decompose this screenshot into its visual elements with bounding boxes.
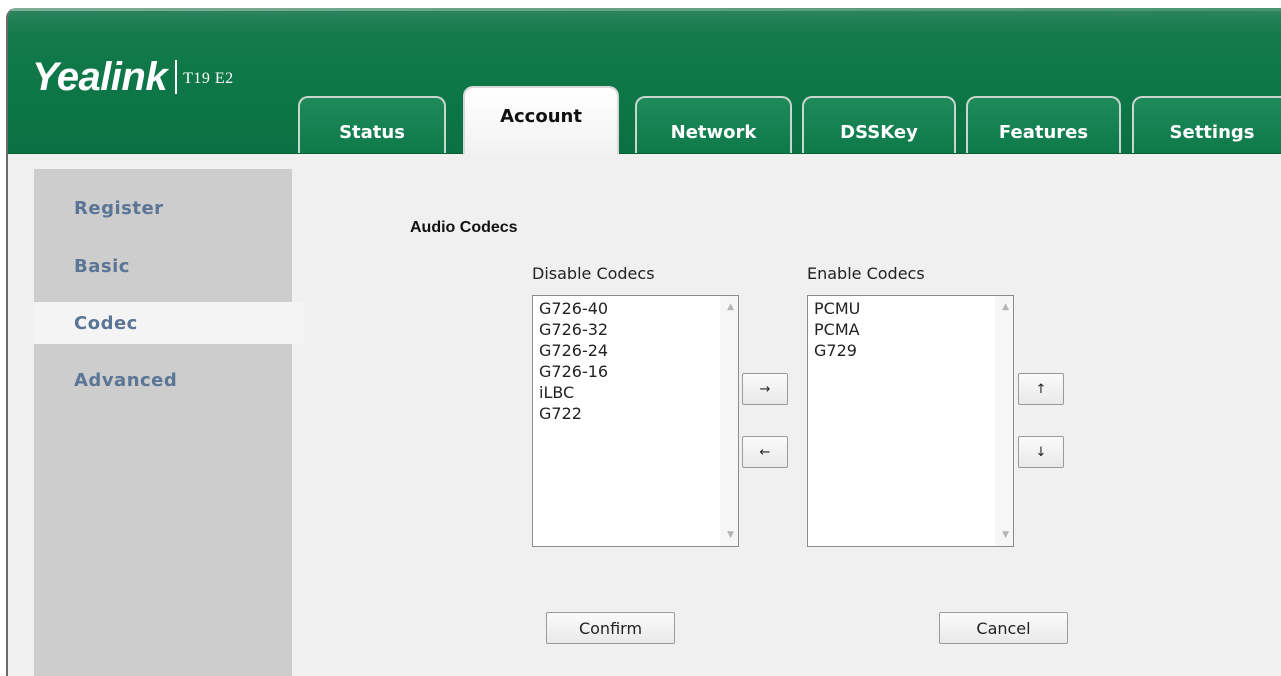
scrollbar[interactable]: ▲ ▼ <box>720 296 738 546</box>
arrow-down-icon: ↓ <box>1035 444 1047 460</box>
sidebar-item-register[interactable]: Register <box>34 187 304 229</box>
header-bar: Yealink T19 E2 Status Account Network DS… <box>8 8 1281 154</box>
list-item[interactable]: iLBC <box>539 382 608 403</box>
enable-codecs-label: Enable Codecs <box>807 264 925 283</box>
sidebar-item-codec[interactable]: Codec <box>34 302 304 344</box>
move-right-button[interactable]: → <box>742 373 788 405</box>
sidebar-item-label: Advanced <box>74 369 178 391</box>
tab-account-label: Account <box>500 106 582 127</box>
app-window: Yealink T19 E2 Status Account Network DS… <box>6 8 1281 676</box>
confirm-button[interactable]: Confirm <box>546 612 675 644</box>
move-down-button[interactable]: ↓ <box>1018 436 1064 468</box>
scroll-up-icon[interactable]: ▲ <box>1002 302 1009 312</box>
list-item[interactable]: G726-32 <box>539 319 608 340</box>
list-item[interactable]: G726-40 <box>539 298 608 319</box>
sidebar-item-basic[interactable]: Basic <box>34 245 304 287</box>
move-up-button[interactable]: ↑ <box>1018 373 1064 405</box>
tab-dsskey[interactable]: DSSKey <box>802 96 956 153</box>
scroll-down-icon[interactable]: ▼ <box>727 530 734 540</box>
list-item[interactable]: G729 <box>814 340 860 361</box>
enabled-codecs-items: PCMU PCMA G729 <box>814 298 860 361</box>
scrollbar[interactable]: ▲ ▼ <box>995 296 1013 546</box>
logo-separator <box>175 60 178 94</box>
tab-status[interactable]: Status <box>298 96 446 153</box>
move-left-button[interactable]: ← <box>742 436 788 468</box>
cancel-button[interactable]: Cancel <box>939 612 1068 644</box>
scroll-up-icon[interactable]: ▲ <box>727 302 734 312</box>
section-title: Audio Codecs <box>410 219 518 236</box>
sidebar-item-label: Basic <box>74 255 130 277</box>
sidebar-item-label: Codec <box>74 312 138 334</box>
scroll-down-icon[interactable]: ▼ <box>1002 530 1009 540</box>
sidebar-item-label: Register <box>74 197 164 219</box>
tab-network[interactable]: Network <box>635 96 792 153</box>
list-item[interactable]: G726-16 <box>539 361 608 382</box>
list-item[interactable]: G722 <box>539 403 608 424</box>
logo: Yealink T19 E2 <box>32 52 234 102</box>
list-item[interactable]: G726-24 <box>539 340 608 361</box>
tab-network-label: Network <box>670 122 757 143</box>
tab-features-label: Features <box>998 122 1089 143</box>
tab-settings-label: Settings <box>1169 122 1255 143</box>
disabled-codecs-items: G726-40 G726-32 G726-24 G726-16 iLBC G72… <box>539 298 608 424</box>
disable-codecs-label: Disable Codecs <box>532 264 655 283</box>
tab-status-label: Status <box>339 122 405 143</box>
tab-settings[interactable]: Settings <box>1132 96 1281 153</box>
sidebar-item-advanced[interactable]: Advanced <box>34 359 304 401</box>
arrow-right-icon: → <box>759 381 771 397</box>
disabled-codecs-list[interactable]: G726-40 G726-32 G726-24 G726-16 iLBC G72… <box>532 295 739 547</box>
brand-name: Yealink <box>32 54 168 99</box>
tab-account[interactable]: Account <box>463 86 619 154</box>
header-top-edge <box>8 8 1281 11</box>
arrow-up-icon: ↑ <box>1035 381 1047 397</box>
list-item[interactable]: PCMU <box>814 298 860 319</box>
sidebar: Register Basic Codec Advanced <box>34 169 304 676</box>
enabled-codecs-list[interactable]: PCMU PCMA G729 ▲ ▼ <box>807 295 1014 547</box>
arrow-left-icon: ← <box>759 444 771 460</box>
tab-dsskey-label: DSSKey <box>840 122 918 143</box>
model-name: T19 E2 <box>183 70 234 87</box>
tab-features[interactable]: Features <box>966 96 1121 153</box>
list-item[interactable]: PCMA <box>814 319 860 340</box>
